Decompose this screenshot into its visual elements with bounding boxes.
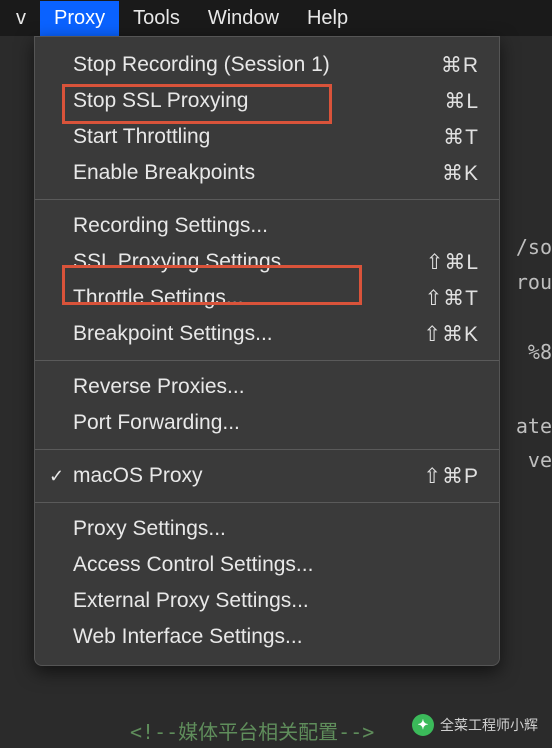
- menu-item-access-control-settings[interactable]: Access Control Settings...: [35, 547, 499, 583]
- menu-shortcut: ⌘L: [444, 89, 479, 114]
- menu-item-throttle-settings[interactable]: Throttle Settings... ⇧⌘T: [35, 280, 499, 316]
- menu-item-start-throttling[interactable]: Start Throttling ⌘T: [35, 119, 499, 155]
- menubar-item-proxy[interactable]: Proxy: [40, 1, 119, 36]
- menubar-item-window[interactable]: Window: [194, 1, 293, 36]
- menu-label: Throttle Settings...: [73, 286, 425, 310]
- menu-separator: [35, 360, 499, 361]
- bg-code: ve: [528, 448, 552, 472]
- menu-separator: [35, 199, 499, 200]
- menu-label: Access Control Settings...: [73, 553, 479, 577]
- menu-item-breakpoint-settings[interactable]: Breakpoint Settings... ⇧⌘K: [35, 316, 499, 352]
- menubar-item-tools[interactable]: Tools: [119, 1, 194, 36]
- menu-label: Stop SSL Proxying: [73, 89, 444, 113]
- menubar: v Proxy Tools Window Help: [0, 0, 552, 36]
- menu-shortcut: ⌘R: [441, 53, 479, 78]
- menu-label: Enable Breakpoints: [73, 161, 442, 185]
- menu-item-macos-proxy[interactable]: ✓ macOS Proxy ⇧⌘P: [35, 458, 499, 494]
- menu-item-ssl-proxying-settings[interactable]: SSL Proxying Settings... ⇧⌘L: [35, 244, 499, 280]
- menu-label: Breakpoint Settings...: [73, 322, 423, 346]
- wechat-icon: ✦: [412, 714, 434, 736]
- menubar-item-prev[interactable]: v: [2, 1, 40, 36]
- menu-item-enable-breakpoints[interactable]: Enable Breakpoints ⌘K: [35, 155, 499, 191]
- menu-label: Port Forwarding...: [73, 411, 479, 435]
- menu-label: Start Throttling: [73, 125, 443, 149]
- menu-label: Web Interface Settings...: [73, 625, 479, 649]
- watermark-text: 全菜工程师小辉: [440, 715, 538, 735]
- menu-label: Recording Settings...: [73, 214, 479, 238]
- bg-code: ate: [516, 414, 552, 438]
- bg-code: rou: [516, 270, 552, 294]
- bg-code: /so: [516, 235, 552, 259]
- menu-label: External Proxy Settings...: [73, 589, 479, 613]
- menu-label: macOS Proxy: [73, 464, 423, 488]
- menu-shortcut: ⇧⌘L: [426, 250, 479, 275]
- menu-item-reverse-proxies[interactable]: Reverse Proxies...: [35, 369, 499, 405]
- menu-item-stop-ssl-proxying[interactable]: Stop SSL Proxying ⌘L: [35, 83, 499, 119]
- menu-label: Stop Recording (Session 1): [73, 53, 441, 77]
- menu-item-external-proxy-settings[interactable]: External Proxy Settings...: [35, 583, 499, 619]
- menu-shortcut: ⇧⌘T: [425, 286, 479, 311]
- footer-code-comment: <!--媒体平台相关配置-->: [130, 716, 374, 745]
- menu-shortcut: ⌘T: [443, 125, 479, 150]
- bg-code: %8: [528, 340, 552, 364]
- menu-separator: [35, 449, 499, 450]
- menu-label: Reverse Proxies...: [73, 375, 479, 399]
- menu-item-port-forwarding[interactable]: Port Forwarding...: [35, 405, 499, 441]
- menu-item-stop-recording[interactable]: Stop Recording (Session 1) ⌘R: [35, 47, 499, 83]
- proxy-menu-dropdown: Stop Recording (Session 1) ⌘R Stop SSL P…: [34, 36, 500, 666]
- watermark: ✦ 全菜工程师小辉: [412, 714, 538, 736]
- menu-item-recording-settings[interactable]: Recording Settings...: [35, 208, 499, 244]
- menu-shortcut: ⌘K: [442, 161, 479, 186]
- menu-shortcut: ⇧⌘P: [423, 464, 479, 489]
- menu-shortcut: ⇧⌘K: [423, 322, 479, 347]
- menubar-item-help[interactable]: Help: [293, 1, 362, 36]
- menu-label: Proxy Settings...: [73, 517, 479, 541]
- menu-separator: [35, 502, 499, 503]
- menu-item-proxy-settings[interactable]: Proxy Settings...: [35, 511, 499, 547]
- check-icon: ✓: [49, 466, 73, 487]
- menu-item-web-interface-settings[interactable]: Web Interface Settings...: [35, 619, 499, 655]
- menu-label: SSL Proxying Settings...: [73, 250, 426, 274]
